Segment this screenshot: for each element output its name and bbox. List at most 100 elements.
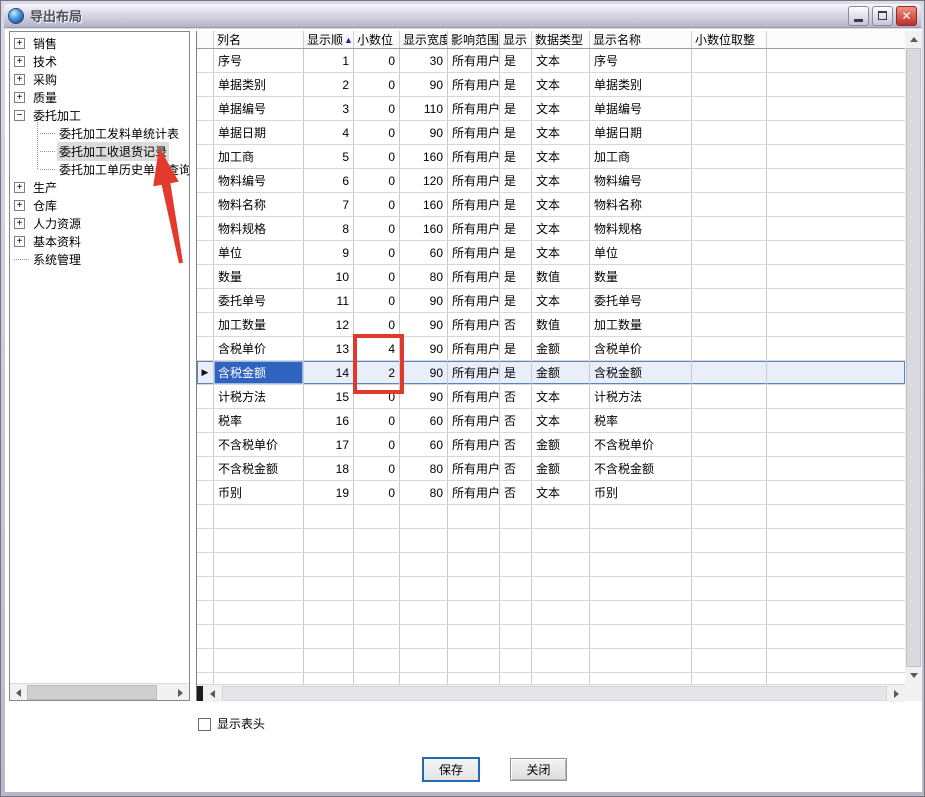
cell-filler[interactable] [767, 337, 905, 360]
cell-decimal-rounding[interactable] [692, 97, 767, 120]
cell-filler[interactable] [767, 385, 905, 408]
grid-scroll-down-button[interactable] [905, 667, 922, 684]
empty-cell[interactable] [500, 577, 532, 600]
cell-column-name[interactable]: 物料规格 [214, 217, 304, 240]
cell-display-width[interactable]: 90 [400, 385, 448, 408]
empty-cell[interactable] [304, 505, 354, 528]
cell-filler[interactable] [767, 97, 905, 120]
cell-show-flag[interactable]: 是 [500, 97, 532, 120]
cell-display-name[interactable]: 单据编号 [590, 97, 692, 120]
empty-cell[interactable] [500, 673, 532, 684]
cell-decimal-rounding[interactable] [692, 361, 767, 384]
cell-show-flag[interactable]: 是 [500, 145, 532, 168]
empty-cell[interactable] [400, 529, 448, 552]
grid-header-cell[interactable]: 列名 [214, 31, 304, 48]
cell-show-flag[interactable]: 是 [500, 169, 532, 192]
cell-display-order[interactable]: 19 [304, 481, 354, 504]
empty-cell[interactable] [590, 505, 692, 528]
grid-scroll-up-button[interactable] [905, 31, 922, 48]
empty-cell[interactable] [448, 505, 500, 528]
expand-icon[interactable]: + [14, 74, 25, 85]
grid-empty-row[interactable] [197, 649, 905, 673]
tree-item[interactable]: +生产 [10, 178, 189, 196]
cell-column-name[interactable]: 含税金额 [214, 361, 304, 384]
cell-data-type[interactable]: 金额 [532, 337, 590, 360]
cell-display-width[interactable]: 80 [400, 457, 448, 480]
row-marker-cell[interactable] [197, 289, 214, 312]
cell-display-name[interactable]: 币别 [590, 481, 692, 504]
cell-display-order[interactable]: 12 [304, 313, 354, 336]
empty-cell[interactable] [400, 649, 448, 672]
empty-cell[interactable] [197, 505, 214, 528]
empty-cell[interactable] [500, 625, 532, 648]
row-marker-cell[interactable] [197, 385, 214, 408]
cell-display-order[interactable]: 7 [304, 193, 354, 216]
empty-cell[interactable] [214, 553, 304, 576]
cell-column-name[interactable]: 物料名称 [214, 193, 304, 216]
empty-cell[interactable] [304, 553, 354, 576]
row-marker-cell[interactable] [197, 265, 214, 288]
cell-display-name[interactable]: 税率 [590, 409, 692, 432]
cell-display-order[interactable]: 10 [304, 265, 354, 288]
cell-data-type[interactable]: 文本 [532, 289, 590, 312]
empty-cell[interactable] [532, 505, 590, 528]
cell-column-name[interactable]: 单据编号 [214, 97, 304, 120]
empty-cell[interactable] [214, 673, 304, 684]
cell-filler[interactable] [767, 625, 905, 648]
cell-decimal-places[interactable]: 0 [354, 313, 400, 336]
grid-empty-row[interactable] [197, 577, 905, 601]
empty-cell[interactable] [448, 529, 500, 552]
empty-cell[interactable] [590, 529, 692, 552]
cell-filler[interactable] [767, 145, 905, 168]
cell-display-width[interactable]: 160 [400, 193, 448, 216]
tree-horizontal-scrollbar[interactable] [10, 683, 189, 700]
cell-decimal-places[interactable]: 0 [354, 265, 400, 288]
tree-item[interactable]: +技术 [10, 52, 189, 70]
cell-column-name[interactable]: 不含税单价 [214, 433, 304, 456]
cell-decimal-rounding[interactable] [692, 241, 767, 264]
cell-scope[interactable]: 所有用户 [448, 313, 500, 336]
grid-header-cell[interactable]: 显示 [500, 31, 532, 48]
empty-cell[interactable] [448, 649, 500, 672]
cell-display-order[interactable]: 1 [304, 49, 354, 72]
grid-header-cell[interactable]: 影响范围 [448, 31, 500, 48]
row-marker-cell[interactable] [197, 217, 214, 240]
grid-header-cell[interactable]: 显示名称 [590, 31, 692, 48]
cell-decimal-places[interactable]: 4 [354, 337, 400, 360]
cell-show-flag[interactable]: 是 [500, 337, 532, 360]
empty-cell[interactable] [304, 673, 354, 684]
empty-cell[interactable] [500, 505, 532, 528]
cell-filler[interactable] [767, 241, 905, 264]
cell-data-type[interactable]: 文本 [532, 145, 590, 168]
cell-scope[interactable]: 所有用户 [448, 409, 500, 432]
cell-display-order[interactable]: 14 [304, 361, 354, 384]
cell-data-type[interactable]: 文本 [532, 49, 590, 72]
cell-show-flag[interactable]: 是 [500, 217, 532, 240]
cell-show-flag[interactable]: 是 [500, 265, 532, 288]
empty-cell[interactable] [590, 577, 692, 600]
expand-icon[interactable]: + [14, 182, 25, 193]
cell-data-type[interactable]: 文本 [532, 121, 590, 144]
grid-empty-row[interactable] [197, 625, 905, 649]
cell-scope[interactable]: 所有用户 [448, 457, 500, 480]
empty-cell[interactable] [532, 673, 590, 684]
cell-display-name[interactable]: 加工商 [590, 145, 692, 168]
empty-cell[interactable] [197, 649, 214, 672]
grid-scroll-right-button[interactable] [888, 685, 905, 702]
grid-header-cell[interactable]: 小数位取整 [692, 31, 767, 48]
grid-row[interactable]: 序号1030所有用户是文本序号 [197, 49, 905, 73]
tree-scroll-thumb[interactable] [27, 685, 157, 700]
cell-filler[interactable] [767, 289, 905, 312]
cell-scope[interactable]: 所有用户 [448, 73, 500, 96]
grid-row[interactable]: 含税单价13490所有用户是金额含税单价 [197, 337, 905, 361]
cell-scope[interactable]: 所有用户 [448, 337, 500, 360]
cell-filler[interactable] [767, 73, 905, 96]
empty-cell[interactable] [500, 601, 532, 624]
cell-filler[interactable] [767, 313, 905, 336]
cell-display-name[interactable]: 不含税单价 [590, 433, 692, 456]
cell-decimal-places[interactable]: 0 [354, 169, 400, 192]
cell-display-name[interactable]: 单据日期 [590, 121, 692, 144]
empty-cell[interactable] [532, 649, 590, 672]
empty-cell[interactable] [500, 553, 532, 576]
cell-filler[interactable] [767, 193, 905, 216]
